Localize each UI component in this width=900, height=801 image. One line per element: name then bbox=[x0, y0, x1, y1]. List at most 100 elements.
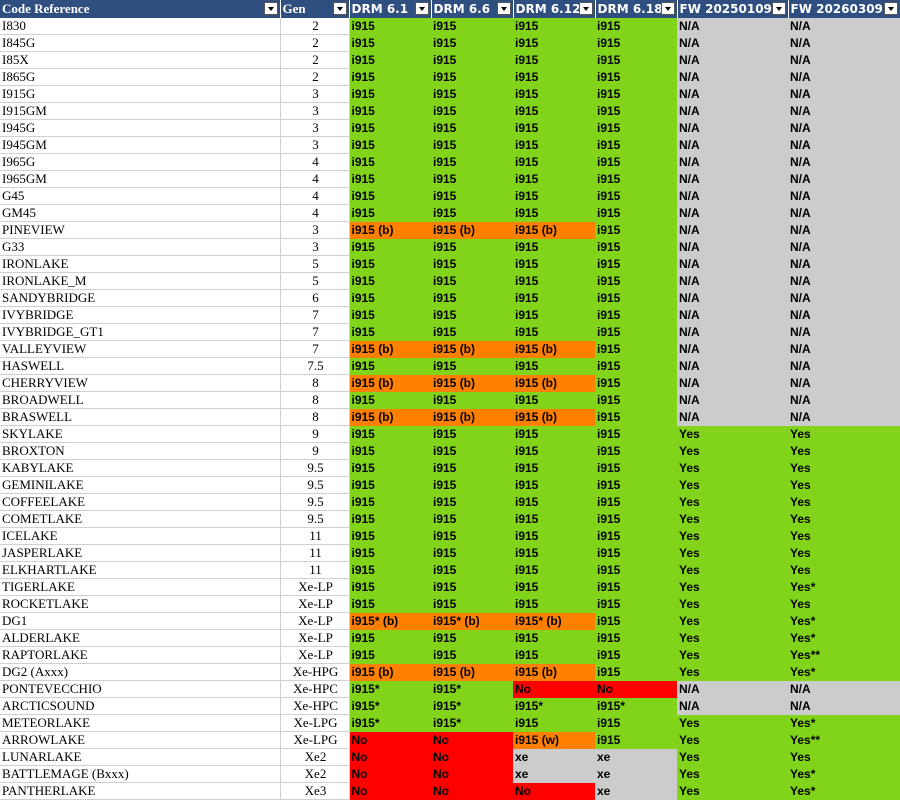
autofilter-dropdown-icon[interactable] bbox=[883, 2, 898, 15]
cell-drm-6-12[interactable]: i915 bbox=[513, 629, 595, 647]
cell-gen[interactable]: 5 bbox=[280, 272, 350, 290]
cell-drm-6-6[interactable]: i915 bbox=[431, 306, 513, 324]
cell-drm-6-18[interactable]: i915 bbox=[595, 323, 677, 341]
cell-drm-6-6[interactable]: No bbox=[431, 782, 513, 800]
cell-fw-20260309[interactable]: N/A bbox=[788, 374, 900, 392]
cell-drm-6-12[interactable]: i915 bbox=[513, 493, 595, 511]
cell-gen[interactable]: 5 bbox=[280, 255, 350, 273]
cell-code-reference[interactable]: BATTLEMAGE (Bxxx) bbox=[0, 765, 281, 783]
cell-gen[interactable]: 4 bbox=[280, 170, 350, 188]
cell-fw-20250109[interactable]: N/A bbox=[677, 357, 788, 375]
cell-code-reference[interactable]: ICELAKE bbox=[0, 527, 281, 545]
cell-code-reference[interactable]: GM45 bbox=[0, 204, 281, 222]
cell-drm-6-6[interactable]: i915 bbox=[431, 629, 513, 647]
cell-fw-20250109[interactable]: N/A bbox=[677, 119, 788, 137]
cell-code-reference[interactable]: PANTHERLAKE bbox=[0, 782, 281, 800]
cell-gen[interactable]: 4 bbox=[280, 153, 350, 171]
cell-gen[interactable]: 7 bbox=[280, 306, 350, 324]
cell-gen[interactable]: 3 bbox=[280, 119, 350, 137]
cell-fw-20250109[interactable]: N/A bbox=[677, 102, 788, 120]
cell-code-reference[interactable]: I830 bbox=[0, 18, 281, 35]
cell-fw-20260309[interactable]: Yes* bbox=[788, 629, 900, 647]
cell-code-reference[interactable]: I965GM bbox=[0, 170, 281, 188]
cell-code-reference[interactable]: I85X bbox=[0, 51, 281, 69]
cell-fw-20250109[interactable]: N/A bbox=[677, 340, 788, 358]
cell-drm-6-1[interactable]: i915 bbox=[349, 493, 431, 511]
cell-code-reference[interactable]: I965G bbox=[0, 153, 281, 171]
cell-drm-6-1[interactable]: i915 (b) bbox=[349, 663, 431, 681]
cell-drm-6-18[interactable]: i915 bbox=[595, 289, 677, 307]
cell-drm-6-1[interactable]: i915* bbox=[349, 680, 431, 698]
cell-drm-6-18[interactable]: i915 bbox=[595, 578, 677, 596]
cell-fw-20250109[interactable]: N/A bbox=[677, 238, 788, 256]
cell-drm-6-6[interactable]: No bbox=[431, 731, 513, 749]
cell-drm-6-1[interactable]: i915 bbox=[349, 136, 431, 154]
cell-drm-6-1[interactable]: i915 bbox=[349, 459, 431, 477]
cell-drm-6-12[interactable]: i915 bbox=[513, 272, 595, 290]
cell-gen[interactable]: Xe3 bbox=[280, 782, 350, 800]
cell-gen[interactable]: 7 bbox=[280, 340, 350, 358]
cell-fw-20260309[interactable]: N/A bbox=[788, 680, 900, 698]
cell-drm-6-18[interactable]: i915 bbox=[595, 442, 677, 460]
cell-code-reference[interactable]: IVYBRIDGE bbox=[0, 306, 281, 324]
cell-fw-20260309[interactable]: N/A bbox=[788, 187, 900, 205]
cell-drm-6-6[interactable]: i915 (b) bbox=[431, 221, 513, 239]
cell-code-reference[interactable]: RAPTORLAKE bbox=[0, 646, 281, 664]
cell-drm-6-6[interactable]: i915 bbox=[431, 272, 513, 290]
cell-code-reference[interactable]: I915G bbox=[0, 85, 281, 103]
cell-fw-20250109[interactable]: Yes bbox=[677, 663, 788, 681]
cell-gen[interactable]: 4 bbox=[280, 187, 350, 205]
cell-drm-6-6[interactable]: i915 bbox=[431, 204, 513, 222]
cell-fw-20250109[interactable]: N/A bbox=[677, 85, 788, 103]
cell-code-reference[interactable]: COMETLAKE bbox=[0, 510, 281, 528]
cell-fw-20260309[interactable]: N/A bbox=[788, 340, 900, 358]
cell-code-reference[interactable]: I915GM bbox=[0, 102, 281, 120]
cell-fw-20250109[interactable]: N/A bbox=[677, 391, 788, 409]
cell-drm-6-1[interactable]: i915 bbox=[349, 357, 431, 375]
cell-gen[interactable]: 9.5 bbox=[280, 493, 350, 511]
cell-drm-6-12[interactable]: i915 (w) bbox=[513, 731, 595, 749]
cell-fw-20260309[interactable]: Yes* bbox=[788, 714, 900, 732]
cell-drm-6-12[interactable]: i915 bbox=[513, 51, 595, 69]
cell-fw-20260309[interactable]: N/A bbox=[788, 18, 900, 35]
cell-code-reference[interactable]: DG1 bbox=[0, 612, 281, 630]
cell-drm-6-1[interactable]: i915* bbox=[349, 714, 431, 732]
cell-drm-6-6[interactable]: i915 bbox=[431, 255, 513, 273]
cell-drm-6-1[interactable]: i915 bbox=[349, 170, 431, 188]
cell-code-reference[interactable]: I945G bbox=[0, 119, 281, 137]
cell-fw-20250109[interactable]: Yes bbox=[677, 578, 788, 596]
cell-fw-20260309[interactable]: N/A bbox=[788, 136, 900, 154]
cell-code-reference[interactable]: IRONLAKE bbox=[0, 255, 281, 273]
cell-drm-6-18[interactable]: i915 bbox=[595, 544, 677, 562]
cell-gen[interactable]: 8 bbox=[280, 391, 350, 409]
cell-fw-20260309[interactable]: Yes bbox=[788, 493, 900, 511]
cell-drm-6-1[interactable]: i915 bbox=[349, 238, 431, 256]
cell-drm-6-12[interactable]: i915 (b) bbox=[513, 340, 595, 358]
cell-drm-6-18[interactable]: i915 bbox=[595, 595, 677, 613]
cell-drm-6-1[interactable]: i915 bbox=[349, 425, 431, 443]
cell-fw-20250109[interactable]: Yes bbox=[677, 731, 788, 749]
cell-code-reference[interactable]: DG2 (Axxx) bbox=[0, 663, 281, 681]
cell-drm-6-18[interactable]: i915 bbox=[595, 68, 677, 86]
cell-gen[interactable]: 2 bbox=[280, 34, 350, 52]
cell-drm-6-1[interactable]: No bbox=[349, 765, 431, 783]
cell-drm-6-6[interactable]: i915 bbox=[431, 476, 513, 494]
cell-fw-20250109[interactable]: Yes bbox=[677, 595, 788, 613]
cell-drm-6-12[interactable]: i915 bbox=[513, 85, 595, 103]
cell-fw-20250109[interactable]: N/A bbox=[677, 323, 788, 341]
cell-fw-20260309[interactable]: N/A bbox=[788, 119, 900, 137]
cell-drm-6-1[interactable]: i915 bbox=[349, 102, 431, 120]
cell-drm-6-12[interactable]: i915 bbox=[513, 476, 595, 494]
cell-drm-6-6[interactable]: i915 bbox=[431, 595, 513, 613]
cell-gen[interactable]: Xe-LP bbox=[280, 612, 350, 630]
cell-fw-20260309[interactable]: Yes* bbox=[788, 612, 900, 630]
cell-gen[interactable]: 2 bbox=[280, 18, 350, 35]
cell-fw-20260309[interactable]: N/A bbox=[788, 408, 900, 426]
cell-fw-20260309[interactable]: Yes bbox=[788, 476, 900, 494]
cell-fw-20250109[interactable]: Yes bbox=[677, 748, 788, 766]
cell-drm-6-12[interactable]: i915 bbox=[513, 289, 595, 307]
cell-drm-6-12[interactable]: i915 bbox=[513, 255, 595, 273]
autofilter-dropdown-icon[interactable] bbox=[414, 2, 429, 15]
cell-drm-6-12[interactable]: i915 bbox=[513, 238, 595, 256]
cell-drm-6-6[interactable]: i915 bbox=[431, 510, 513, 528]
